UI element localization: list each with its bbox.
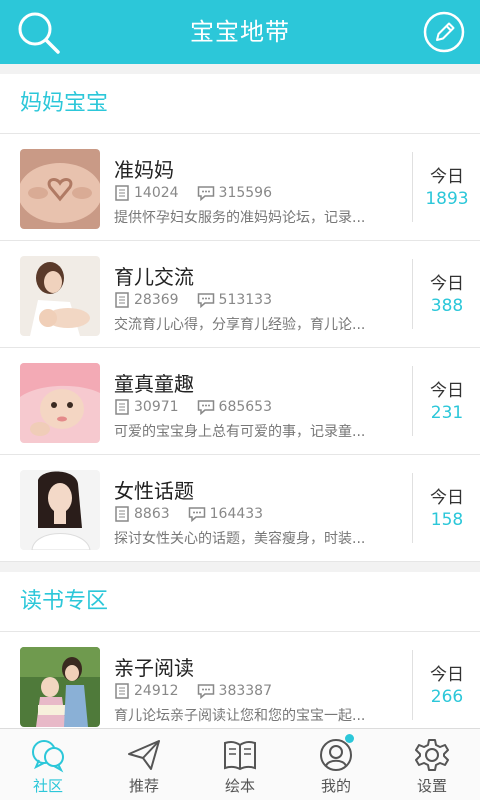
- today-count: 1893: [425, 189, 469, 209]
- forum-description: 可爱的宝宝身上总有可爱的事，记录童...: [114, 424, 366, 440]
- tab-community[interactable]: 社区: [0, 729, 96, 800]
- forum-stats: 28369 513133: [114, 291, 290, 309]
- comment-icon: [197, 400, 214, 415]
- document-icon: [115, 292, 129, 308]
- forum-stats: 8863 164433: [114, 505, 281, 523]
- post-count-value: 164433: [209, 506, 264, 522]
- parent-child-reading-image: [20, 647, 100, 727]
- gear-icon: [415, 739, 449, 771]
- divider: [412, 259, 413, 329]
- thread-count-value: 14024: [134, 185, 179, 201]
- comment-icon: [188, 507, 205, 522]
- comment-icon: [197, 186, 214, 201]
- section-mama-baobao: 妈妈宝宝 准妈妈 14024 315596 提供怀孕妇女服务的准妈妈论坛，记录.…: [0, 74, 480, 562]
- pregnant-belly-image: [20, 149, 100, 229]
- page-title: 宝宝地带: [190, 18, 290, 46]
- thread-count-value: 30971: [134, 399, 179, 415]
- today-count: 231: [430, 403, 464, 423]
- forum-stats: 14024 315596: [114, 184, 290, 202]
- forum-list[interactable]: 妈妈宝宝 准妈妈 14024 315596 提供怀孕妇女服务的准妈妈论坛，记录.…: [0, 64, 480, 728]
- section-reading: 读书专区 亲子阅读 24912 383387 育儿论坛亲子阅读让您和您的宝宝一起…: [0, 572, 480, 728]
- forum-stats: 24912 383387: [114, 682, 290, 700]
- forum-stats: 30971 685653: [114, 398, 290, 416]
- forum-name: 准妈妈: [114, 158, 174, 182]
- post-count-value: 315596: [218, 185, 272, 201]
- forum-item[interactable]: 童真童趣 30971 685653 可爱的宝宝身上总有可爱的事，记录童... 今…: [0, 348, 480, 455]
- post-count: 685653: [197, 399, 272, 415]
- forum-name: 女性话题: [114, 479, 194, 503]
- edit-button[interactable]: [422, 10, 466, 54]
- tab-mine[interactable]: 我的: [288, 729, 384, 800]
- forum-item[interactable]: 育儿交流 28369 513133 交流育儿心得，分享育儿经验，育儿论... 今…: [0, 241, 480, 348]
- forum-description: 提供怀孕妇女服务的准妈妈论坛，记录...: [114, 210, 366, 226]
- today-label: 今日: [430, 274, 464, 294]
- today-label: 今日: [430, 665, 464, 685]
- tab-label: 我的: [320, 777, 351, 795]
- notification-badge: [345, 734, 354, 743]
- post-count: 164433: [188, 506, 263, 522]
- divider: [412, 366, 413, 436]
- community-icon: [32, 740, 64, 773]
- baby-blanket-image: [20, 363, 100, 443]
- document-icon: [115, 185, 129, 201]
- forum-name: 亲子阅读: [114, 656, 194, 680]
- document-icon: [115, 683, 129, 699]
- book-icon: [224, 740, 256, 771]
- top-bar: 宝宝地带: [0, 0, 480, 64]
- comment-icon: [197, 293, 214, 308]
- section-title: 妈妈宝宝: [0, 74, 480, 134]
- tab-recommend[interactable]: 推荐: [96, 729, 192, 800]
- thread-count: 24912: [114, 683, 179, 699]
- forum-description: 探讨女性关心的话题，美容瘦身，时装...: [114, 531, 366, 547]
- forum-name: 童真童趣: [114, 372, 194, 396]
- comment-icon: [197, 684, 214, 699]
- mother-baby-image: [20, 256, 100, 336]
- tab-label: 推荐: [128, 777, 159, 795]
- document-icon: [115, 506, 129, 522]
- thread-count: 30971: [114, 399, 179, 415]
- divider: [412, 650, 413, 720]
- forum-item[interactable]: 亲子阅读 24912 383387 育儿论坛亲子阅读让您和您的宝宝一起... 今…: [0, 632, 480, 728]
- edit-icon: [423, 11, 465, 53]
- forum-description: 育儿论坛亲子阅读让您和您的宝宝一起...: [114, 708, 366, 724]
- tab-label: 设置: [416, 777, 447, 795]
- forum-name: 育儿交流: [114, 265, 194, 289]
- today-label: 今日: [430, 167, 464, 187]
- thread-count: 14024: [114, 185, 179, 201]
- post-count-value: 513133: [218, 292, 272, 308]
- divider: [412, 152, 413, 222]
- thread-count: 28369: [114, 292, 179, 308]
- tab-picture-book[interactable]: 绘本: [192, 729, 288, 800]
- post-count-value: 383387: [218, 683, 272, 699]
- today-count: 158: [430, 510, 464, 530]
- thread-count-value: 24912: [134, 683, 179, 699]
- today-count: 266: [430, 687, 464, 707]
- paper-plane-icon: [128, 740, 160, 770]
- document-icon: [115, 399, 129, 415]
- thread-count: 8863: [114, 506, 170, 522]
- forum-item[interactable]: 女性话题 8863 164433 探讨女性关心的话题，美容瘦身，时装... 今日…: [0, 455, 480, 562]
- woman-portrait-image: [20, 470, 100, 550]
- tab-label: 社区: [32, 777, 63, 795]
- post-count-value: 685653: [218, 399, 272, 415]
- bottom-tab-bar: 社区 推荐 绘本 我的 设置: [0, 728, 480, 800]
- post-count: 513133: [197, 292, 272, 308]
- post-count: 315596: [197, 185, 272, 201]
- today-label: 今日: [430, 381, 464, 401]
- thread-count-value: 28369: [134, 292, 179, 308]
- forum-item[interactable]: 准妈妈 14024 315596 提供怀孕妇女服务的准妈妈论坛，记录... 今日…: [0, 134, 480, 241]
- tab-label: 绘本: [224, 777, 255, 795]
- forum-description: 交流育儿心得，分享育儿经验，育儿论...: [114, 317, 366, 333]
- tab-settings[interactable]: 设置: [384, 729, 480, 800]
- post-count: 383387: [197, 683, 272, 699]
- today-count: 388: [430, 296, 464, 316]
- today-label: 今日: [430, 488, 464, 508]
- section-title: 读书专区: [0, 572, 480, 632]
- divider: [412, 473, 413, 543]
- thread-count-value: 8863: [134, 506, 170, 522]
